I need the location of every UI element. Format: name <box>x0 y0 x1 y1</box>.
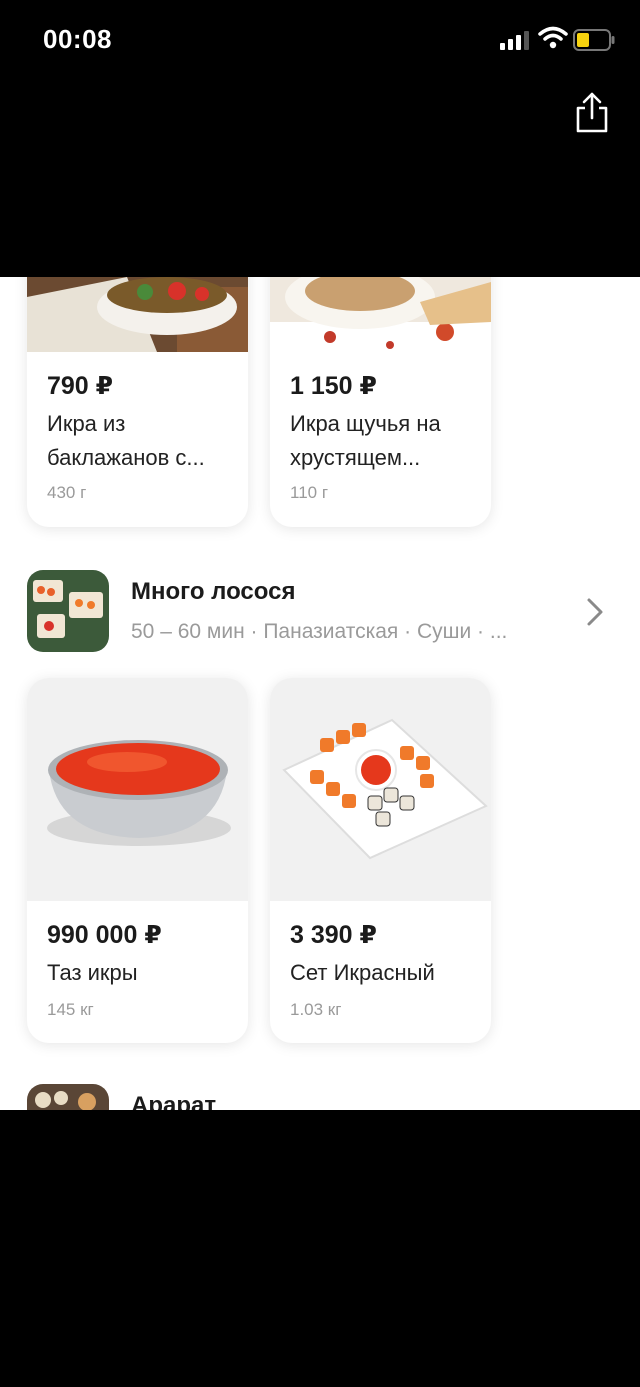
store-name: Арарат <box>131 1092 217 1110</box>
battery-icon <box>573 29 615 51</box>
product-weight: 145 кг <box>47 1000 94 1019</box>
store-name: Много лосося <box>131 578 296 605</box>
wifi-icon <box>538 26 568 49</box>
product-price: 990 000 ₽ <box>47 921 162 949</box>
product-card[interactable]: 3 390 ₽ Сет Икрасный 1.03 кг <box>270 678 491 1043</box>
product-price: 790 ₽ <box>47 372 114 400</box>
product-weight: 430 г <box>47 483 87 502</box>
product-name: Сет Икрасный <box>290 960 435 985</box>
product-card[interactable]: 790 ₽ Икра из баклажанов с... 430 г <box>27 277 248 527</box>
store-logo <box>27 570 109 652</box>
product-price: 1 150 ₽ <box>290 372 377 400</box>
product-name: Икра из баклажанов с... <box>47 411 205 470</box>
restaurant-feed[interactable]: 790 ₽ Икра из баклажанов с... 430 г 1 15… <box>0 277 640 1110</box>
store-meta: 50 – 60 мин · Паназиатская · Суши · ... <box>131 620 508 643</box>
product-name: Таз икры <box>47 960 138 985</box>
product-name: Икра щучья на хрустящем... <box>290 411 441 470</box>
product-card[interactable]: 990 000 ₽ Таз икры 145 кг <box>27 678 248 1043</box>
product-image <box>270 277 491 352</box>
chevron-right-icon[interactable] <box>583 595 607 629</box>
product-image <box>270 678 491 901</box>
status-bar: 00:08 <box>0 0 640 133</box>
product-price: 3 390 ₽ <box>290 921 377 949</box>
product-weight: 1.03 кг <box>290 1000 342 1019</box>
cellular-signal-icon <box>500 31 529 50</box>
product-image <box>27 678 248 901</box>
product-card[interactable]: 1 150 ₽ Икра щучья на хрустящем... 110 г <box>270 277 491 527</box>
status-time: 00:08 <box>43 24 112 54</box>
store-logo <box>27 1084 109 1110</box>
product-weight: 110 г <box>290 483 329 502</box>
product-image <box>27 277 248 352</box>
share-icon[interactable] <box>574 90 610 134</box>
